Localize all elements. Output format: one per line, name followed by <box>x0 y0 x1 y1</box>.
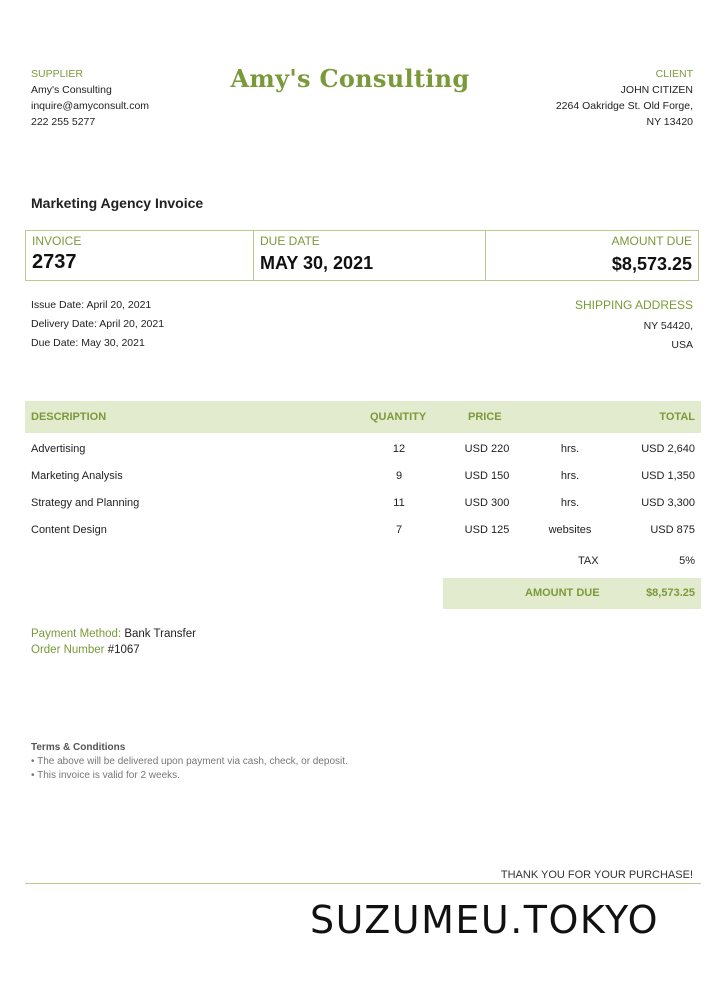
footer-divider <box>25 883 701 884</box>
tax-value: 5% <box>679 555 695 567</box>
row-quantity: 12 <box>392 443 406 455</box>
table-row: Content Design 7 USD 125 websites USD 87… <box>25 520 701 542</box>
due-date-label: DUE DATE <box>260 234 320 248</box>
invoice-dates: Issue Date: April 20, 2021 Delivery Date… <box>31 296 164 353</box>
terms-line: • This invoice is valid for 2 weeks. <box>31 770 180 781</box>
amount-due-label: AMOUNT DUE <box>611 234 692 248</box>
terms-conditions: Terms & Conditions • The above will be d… <box>31 741 348 783</box>
table-row: Strategy and Planning 11 USD 300 hrs. US… <box>25 493 701 515</box>
shipping-line1: NY 54420, <box>643 320 693 332</box>
payment-method-label: Payment Method: <box>31 628 122 640</box>
payment-method-value: Bank Transfer <box>124 628 196 640</box>
col-description: DESCRIPTION <box>31 411 107 423</box>
order-number-value: #1067 <box>107 644 140 656</box>
row-quantity: 11 <box>393 497 405 509</box>
table-row: Marketing Analysis 9 USD 150 hrs. USD 1,… <box>25 466 701 488</box>
client-address-line1: 2264 Oakridge St. Old Forge, <box>555 100 693 112</box>
row-unit: hrs. <box>560 470 580 482</box>
issue-date: Issue Date: April 20, 2021 <box>31 299 152 311</box>
row-total: USD 1,350 <box>641 470 695 482</box>
shipping-address: SHIPPING ADDRESS NY 54420, USA <box>575 296 693 355</box>
shipping-label: SHIPPING ADDRESS <box>574 298 693 312</box>
supplier-email: inquire@amyconsult.com <box>31 100 150 112</box>
due-date-cell: DUE DATE MAY 30, 2021 <box>254 231 486 280</box>
client-name: JOHN CITIZEN <box>620 84 693 96</box>
tax-row: TAX 5% <box>25 551 701 573</box>
amount-due-cell: AMOUNT DUE $8,573.25 <box>486 231 698 280</box>
row-unit: hrs. <box>560 443 580 455</box>
terms-line: • The above will be delivered upon payme… <box>31 756 348 767</box>
payment-info: Payment Method: Bank Transfer Order Numb… <box>31 626 196 658</box>
due-date: Due Date: May 30, 2021 <box>31 337 145 349</box>
terms-title: Terms & Conditions <box>31 742 126 753</box>
row-price: USD 125 <box>464 524 510 536</box>
amount-due-bar: AMOUNT DUE $8,573.25 <box>443 578 701 609</box>
items-table-header: DESCRIPTION QUANTITY PRICE TOTAL <box>25 401 701 433</box>
client-block: CLIENT JOHN CITIZEN 2264 Oakridge St. Ol… <box>556 66 693 130</box>
client-address-line2: NY 13420 <box>646 116 693 128</box>
tax-label: TAX <box>578 555 599 567</box>
row-description: Strategy and Planning <box>31 497 140 509</box>
row-total: USD 3,300 <box>641 497 695 509</box>
invoice-summary-box: INVOICE 2737 DUE DATE MAY 30, 2021 AMOUN… <box>25 230 699 281</box>
invoice-title: Marketing Agency Invoice <box>31 195 204 211</box>
col-quantity: QUANTITY <box>370 411 427 423</box>
supplier-phone: 222 255 5277 <box>31 116 96 128</box>
client-label: CLIENT <box>655 68 693 80</box>
amount-due-bar-label: AMOUNT DUE <box>525 587 600 599</box>
watermark-text: SUZUMEU.TOKYO <box>310 898 660 942</box>
row-total: USD 2,640 <box>641 443 695 455</box>
row-description: Advertising <box>31 443 86 455</box>
row-quantity: 7 <box>395 524 403 536</box>
col-price: PRICE <box>468 411 502 423</box>
row-price: USD 300 <box>464 497 510 509</box>
shipping-line2: USA <box>671 339 693 351</box>
row-description: Marketing Analysis <box>31 470 123 482</box>
invoice-number: 2737 <box>32 251 77 273</box>
row-quantity: 9 <box>395 470 403 482</box>
amount-due-value: $8,573.25 <box>611 254 692 274</box>
row-description: Content Design <box>31 524 107 536</box>
row-price: USD 220 <box>464 443 510 455</box>
row-unit: hrs. <box>560 497 580 509</box>
order-number-label: Order Number <box>31 644 105 656</box>
invoice-label: INVOICE <box>32 234 82 248</box>
invoice-number-cell: INVOICE 2737 <box>26 231 254 280</box>
due-date-value: MAY 30, 2021 <box>260 253 374 273</box>
table-row: Advertising 12 USD 220 hrs. USD 2,640 <box>25 439 701 461</box>
thank-you-text: THANK YOU FOR YOUR PURCHASE! <box>500 869 693 881</box>
col-total: TOTAL <box>659 411 695 423</box>
delivery-date: Delivery Date: April 20, 2021 <box>31 318 165 330</box>
row-unit: websites <box>548 524 592 536</box>
row-total: USD 875 <box>650 524 695 536</box>
amount-due-bar-value: $8,573.25 <box>646 587 695 599</box>
row-price: USD 150 <box>464 470 510 482</box>
